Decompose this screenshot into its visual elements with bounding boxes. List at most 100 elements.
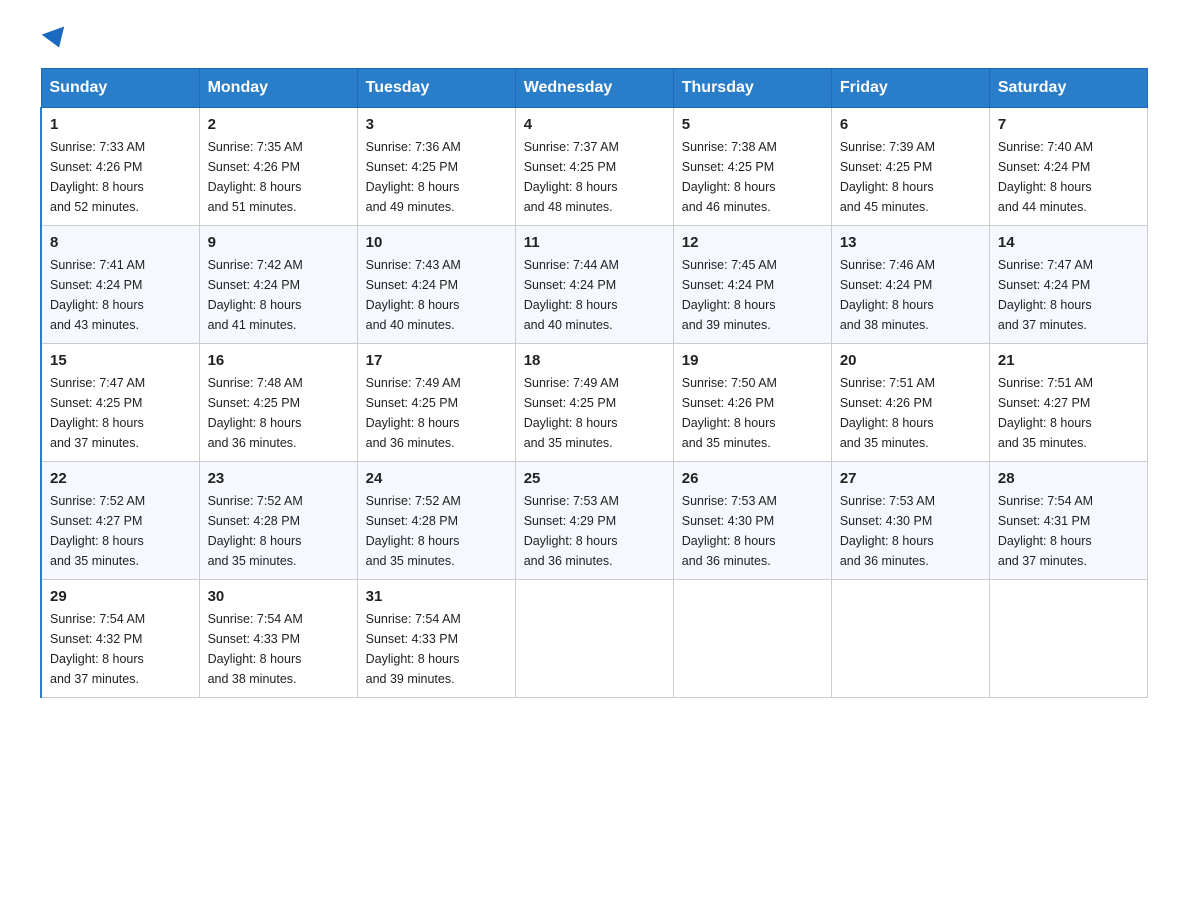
calendar-day-cell: 26 Sunrise: 7:53 AMSunset: 4:30 PMDaylig…: [673, 462, 831, 580]
calendar-week-row: 15 Sunrise: 7:47 AMSunset: 4:25 PMDaylig…: [41, 344, 1148, 462]
day-info: Sunrise: 7:46 AMSunset: 4:24 PMDaylight:…: [840, 258, 935, 332]
calendar-day-cell: 13 Sunrise: 7:46 AMSunset: 4:24 PMDaylig…: [831, 226, 989, 344]
calendar-header: SundayMondayTuesdayWednesdayThursdayFrid…: [41, 69, 1148, 108]
day-info: Sunrise: 7:44 AMSunset: 4:24 PMDaylight:…: [524, 258, 619, 332]
day-info: Sunrise: 7:52 AMSunset: 4:27 PMDaylight:…: [50, 494, 145, 568]
calendar-day-cell: 25 Sunrise: 7:53 AMSunset: 4:29 PMDaylig…: [515, 462, 673, 580]
calendar-day-cell: 1 Sunrise: 7:33 AMSunset: 4:26 PMDayligh…: [41, 108, 199, 226]
day-number: 28: [998, 470, 1139, 487]
day-number: 7: [998, 116, 1139, 133]
day-number: 6: [840, 116, 981, 133]
header-day: Tuesday: [357, 69, 515, 108]
calendar-day-cell: 2 Sunrise: 7:35 AMSunset: 4:26 PMDayligh…: [199, 108, 357, 226]
day-info: Sunrise: 7:53 AMSunset: 4:30 PMDaylight:…: [840, 494, 935, 568]
day-info: Sunrise: 7:51 AMSunset: 4:27 PMDaylight:…: [998, 376, 1093, 450]
day-number: 22: [50, 470, 191, 487]
calendar-day-cell: 14 Sunrise: 7:47 AMSunset: 4:24 PMDaylig…: [989, 226, 1147, 344]
calendar-day-cell: [831, 580, 989, 698]
calendar-body: 1 Sunrise: 7:33 AMSunset: 4:26 PMDayligh…: [41, 108, 1148, 698]
logo: [40, 30, 68, 48]
day-number: 15: [50, 352, 191, 369]
calendar-day-cell: 8 Sunrise: 7:41 AMSunset: 4:24 PMDayligh…: [41, 226, 199, 344]
calendar-day-cell: 10 Sunrise: 7:43 AMSunset: 4:24 PMDaylig…: [357, 226, 515, 344]
day-number: 2: [208, 116, 349, 133]
page-header: [40, 30, 1148, 48]
day-number: 31: [366, 588, 507, 605]
calendar-day-cell: [515, 580, 673, 698]
calendar-day-cell: 19 Sunrise: 7:50 AMSunset: 4:26 PMDaylig…: [673, 344, 831, 462]
calendar-day-cell: 6 Sunrise: 7:39 AMSunset: 4:25 PMDayligh…: [831, 108, 989, 226]
day-number: 21: [998, 352, 1139, 369]
calendar-day-cell: 3 Sunrise: 7:36 AMSunset: 4:25 PMDayligh…: [357, 108, 515, 226]
day-info: Sunrise: 7:48 AMSunset: 4:25 PMDaylight:…: [208, 376, 303, 450]
calendar-day-cell: 18 Sunrise: 7:49 AMSunset: 4:25 PMDaylig…: [515, 344, 673, 462]
day-info: Sunrise: 7:47 AMSunset: 4:24 PMDaylight:…: [998, 258, 1093, 332]
header-day: Sunday: [41, 69, 199, 108]
day-number: 9: [208, 234, 349, 251]
day-info: Sunrise: 7:52 AMSunset: 4:28 PMDaylight:…: [366, 494, 461, 568]
day-number: 23: [208, 470, 349, 487]
calendar-day-cell: 16 Sunrise: 7:48 AMSunset: 4:25 PMDaylig…: [199, 344, 357, 462]
day-number: 29: [50, 588, 191, 605]
day-number: 30: [208, 588, 349, 605]
day-number: 25: [524, 470, 665, 487]
calendar-day-cell: 30 Sunrise: 7:54 AMSunset: 4:33 PMDaylig…: [199, 580, 357, 698]
day-info: Sunrise: 7:41 AMSunset: 4:24 PMDaylight:…: [50, 258, 145, 332]
day-number: 17: [366, 352, 507, 369]
header-day: Saturday: [989, 69, 1147, 108]
day-info: Sunrise: 7:47 AMSunset: 4:25 PMDaylight:…: [50, 376, 145, 450]
header-day: Thursday: [673, 69, 831, 108]
calendar-day-cell: 12 Sunrise: 7:45 AMSunset: 4:24 PMDaylig…: [673, 226, 831, 344]
calendar-week-row: 1 Sunrise: 7:33 AMSunset: 4:26 PMDayligh…: [41, 108, 1148, 226]
day-number: 4: [524, 116, 665, 133]
day-number: 10: [366, 234, 507, 251]
day-number: 5: [682, 116, 823, 133]
calendar-day-cell: 23 Sunrise: 7:52 AMSunset: 4:28 PMDaylig…: [199, 462, 357, 580]
day-number: 12: [682, 234, 823, 251]
calendar-day-cell: 9 Sunrise: 7:42 AMSunset: 4:24 PMDayligh…: [199, 226, 357, 344]
day-number: 11: [524, 234, 665, 251]
calendar-day-cell: 29 Sunrise: 7:54 AMSunset: 4:32 PMDaylig…: [41, 580, 199, 698]
day-info: Sunrise: 7:53 AMSunset: 4:29 PMDaylight:…: [524, 494, 619, 568]
calendar-day-cell: 15 Sunrise: 7:47 AMSunset: 4:25 PMDaylig…: [41, 344, 199, 462]
day-number: 14: [998, 234, 1139, 251]
day-info: Sunrise: 7:40 AMSunset: 4:24 PMDaylight:…: [998, 140, 1093, 214]
calendar-day-cell: [989, 580, 1147, 698]
calendar-day-cell: [673, 580, 831, 698]
calendar-day-cell: 21 Sunrise: 7:51 AMSunset: 4:27 PMDaylig…: [989, 344, 1147, 462]
day-number: 8: [50, 234, 191, 251]
day-info: Sunrise: 7:51 AMSunset: 4:26 PMDaylight:…: [840, 376, 935, 450]
day-info: Sunrise: 7:54 AMSunset: 4:33 PMDaylight:…: [208, 612, 303, 686]
day-info: Sunrise: 7:43 AMSunset: 4:24 PMDaylight:…: [366, 258, 461, 332]
calendar-day-cell: 20 Sunrise: 7:51 AMSunset: 4:26 PMDaylig…: [831, 344, 989, 462]
day-info: Sunrise: 7:49 AMSunset: 4:25 PMDaylight:…: [524, 376, 619, 450]
day-info: Sunrise: 7:39 AMSunset: 4:25 PMDaylight:…: [840, 140, 935, 214]
calendar-day-cell: 11 Sunrise: 7:44 AMSunset: 4:24 PMDaylig…: [515, 226, 673, 344]
calendar-day-cell: 5 Sunrise: 7:38 AMSunset: 4:25 PMDayligh…: [673, 108, 831, 226]
header-day: Friday: [831, 69, 989, 108]
header-day: Monday: [199, 69, 357, 108]
day-info: Sunrise: 7:54 AMSunset: 4:33 PMDaylight:…: [366, 612, 461, 686]
calendar-table: SundayMondayTuesdayWednesdayThursdayFrid…: [40, 68, 1148, 698]
day-info: Sunrise: 7:54 AMSunset: 4:32 PMDaylight:…: [50, 612, 145, 686]
calendar-day-cell: 17 Sunrise: 7:49 AMSunset: 4:25 PMDaylig…: [357, 344, 515, 462]
day-number: 18: [524, 352, 665, 369]
day-info: Sunrise: 7:52 AMSunset: 4:28 PMDaylight:…: [208, 494, 303, 568]
day-number: 19: [682, 352, 823, 369]
day-number: 16: [208, 352, 349, 369]
day-number: 26: [682, 470, 823, 487]
day-number: 24: [366, 470, 507, 487]
day-info: Sunrise: 7:54 AMSunset: 4:31 PMDaylight:…: [998, 494, 1093, 568]
calendar-day-cell: 31 Sunrise: 7:54 AMSunset: 4:33 PMDaylig…: [357, 580, 515, 698]
day-info: Sunrise: 7:42 AMSunset: 4:24 PMDaylight:…: [208, 258, 303, 332]
day-info: Sunrise: 7:38 AMSunset: 4:25 PMDaylight:…: [682, 140, 777, 214]
day-info: Sunrise: 7:33 AMSunset: 4:26 PMDaylight:…: [50, 140, 145, 214]
day-info: Sunrise: 7:50 AMSunset: 4:26 PMDaylight:…: [682, 376, 777, 450]
calendar-day-cell: 27 Sunrise: 7:53 AMSunset: 4:30 PMDaylig…: [831, 462, 989, 580]
day-info: Sunrise: 7:35 AMSunset: 4:26 PMDaylight:…: [208, 140, 303, 214]
calendar-day-cell: 7 Sunrise: 7:40 AMSunset: 4:24 PMDayligh…: [989, 108, 1147, 226]
calendar-week-row: 8 Sunrise: 7:41 AMSunset: 4:24 PMDayligh…: [41, 226, 1148, 344]
calendar-day-cell: 24 Sunrise: 7:52 AMSunset: 4:28 PMDaylig…: [357, 462, 515, 580]
header-day: Wednesday: [515, 69, 673, 108]
day-number: 27: [840, 470, 981, 487]
